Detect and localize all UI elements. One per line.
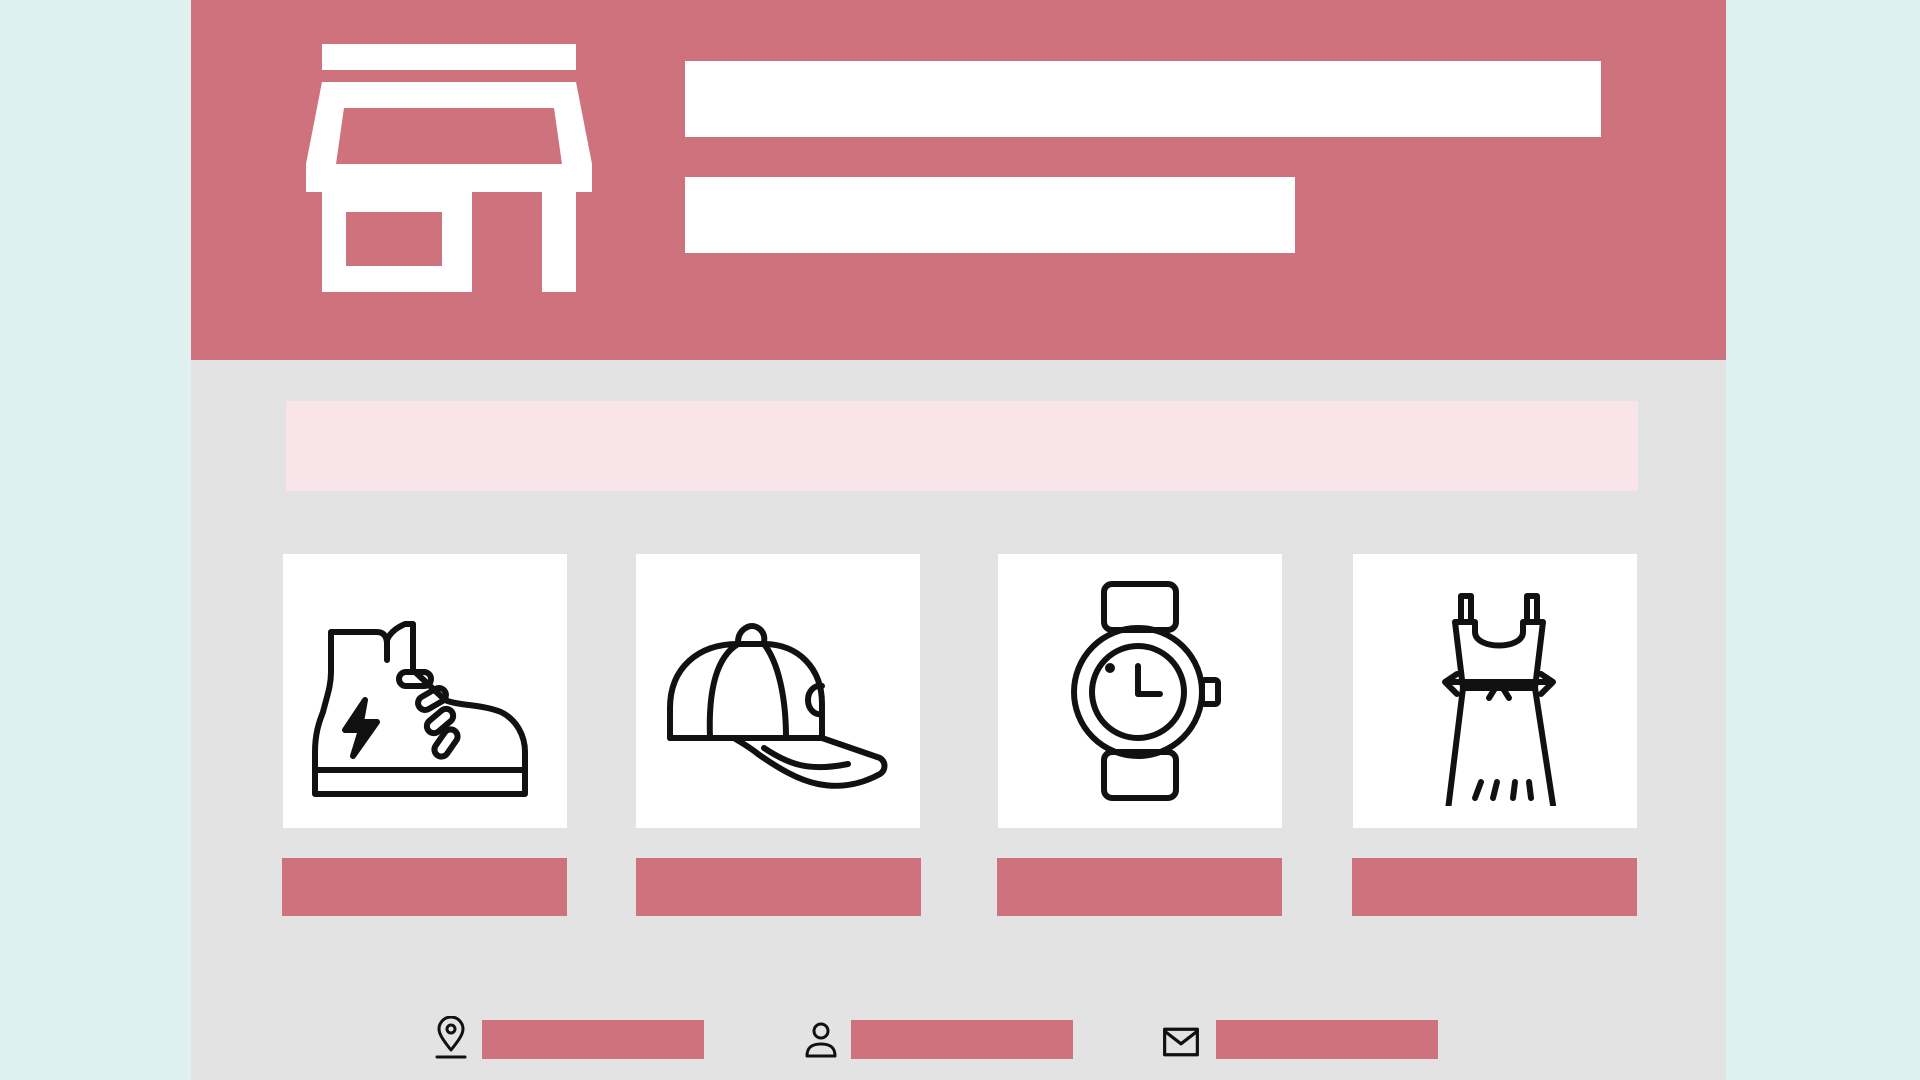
shop-page (191, 0, 1726, 1080)
store-title (685, 61, 1601, 137)
contact-email[interactable] (1216, 1020, 1438, 1059)
shop-caps-button[interactable] (636, 858, 921, 916)
shop-watches-button[interactable] (997, 858, 1282, 916)
shop-dresses-button[interactable] (1352, 858, 1637, 916)
product-card-watch[interactable] (998, 554, 1282, 828)
storefront-icon (306, 44, 592, 292)
store-subtitle (685, 177, 1295, 253)
shop-sneakers-button[interactable] (282, 858, 567, 916)
user-icon (805, 1022, 837, 1058)
product-card-cap[interactable] (636, 554, 920, 828)
contact-address[interactable] (482, 1020, 704, 1059)
promo-banner (286, 401, 1638, 491)
envelope-icon (1163, 1027, 1199, 1057)
location-pin-icon (435, 1016, 467, 1059)
wristwatch-icon (1071, 581, 1221, 801)
product-card-sneaker[interactable] (283, 554, 567, 828)
product-card-dress[interactable] (1353, 554, 1637, 828)
sneaker-icon (312, 621, 528, 797)
dress-icon (1442, 593, 1557, 806)
baseball-cap-icon (667, 623, 888, 789)
contact-person[interactable] (851, 1020, 1073, 1059)
header (191, 0, 1726, 360)
